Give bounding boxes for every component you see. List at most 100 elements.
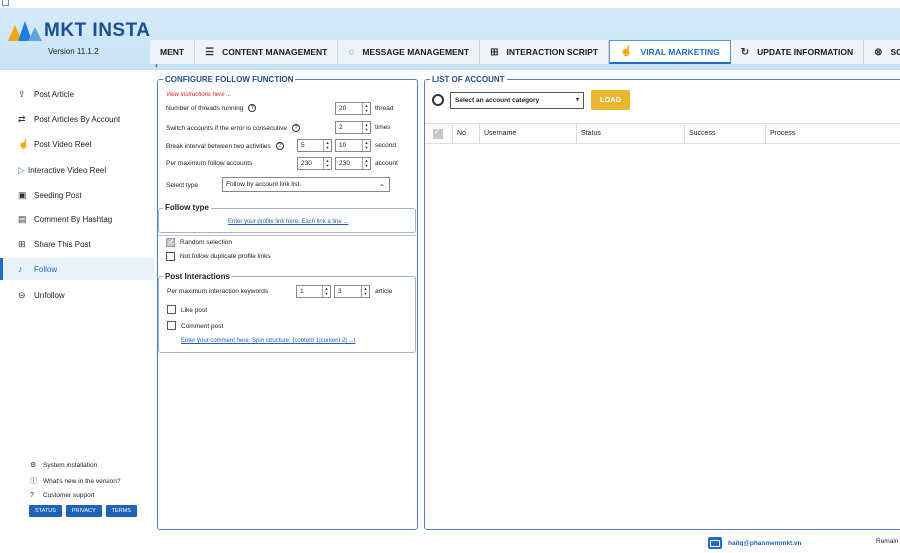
comment-post-checkbox[interactable]	[167, 321, 176, 330]
max-follow-label: Per maximum follow accounts	[166, 160, 253, 167]
comment-icon: ▤	[18, 213, 27, 224]
column-header[interactable]: No	[452, 124, 476, 144]
stepper-value: 20	[339, 105, 347, 112]
sidebar-item-label: Unfollow	[34, 290, 65, 300]
sidebar-item-unfollow[interactable]: ⊖ Unfollow	[0, 284, 154, 306]
stepper-arrows-icon[interactable]: ▲ ▼	[323, 140, 331, 151]
list-icon: ☰	[205, 46, 215, 58]
sidebar-item-post-article[interactable]: ⇪ Post Article	[0, 83, 154, 105]
tab-content-management[interactable]: ☰ CONTENT MANAGEMENT	[195, 40, 339, 64]
max-follow-from-stepper[interactable]: 230 ▲ ▼	[297, 157, 332, 170]
follow-type-title: Follow type	[163, 203, 211, 212]
refresh-icon[interactable]	[432, 94, 444, 106]
max-follow-to-stepper[interactable]: 230 ▲ ▼	[335, 157, 371, 170]
profile-link-input[interactable]: Enter your profile link here. Each link …	[228, 219, 348, 225]
column-header[interactable]: Username	[479, 124, 576, 144]
privacy-button[interactable]: PRIVACY	[65, 505, 102, 517]
sidebar-item-share-this-post[interactable]: ⊞ Share This Post	[0, 233, 154, 255]
stepper-arrows-icon[interactable]: ▲ ▼	[362, 140, 370, 151]
app-version: Version 11.1.2	[48, 47, 99, 56]
like-post-checkbox[interactable]	[167, 305, 176, 314]
break-unit: second	[375, 142, 396, 149]
stepper-value: 2	[339, 124, 343, 131]
random-selection-checkbox[interactable]	[166, 237, 175, 247]
break-from-stepper[interactable]: 5 ▲ ▼	[297, 139, 332, 152]
sidebar-item-label: Comment By Hashtag	[34, 214, 113, 224]
instructions-link[interactable]: View instructions here ...	[166, 92, 231, 98]
support-email[interactable]: haitq@phanmemmkt.vn	[708, 537, 802, 549]
post-interactions-title: Post Interactions	[163, 272, 232, 281]
customer-support-link[interactable]: ? Customer support	[30, 492, 95, 499]
tab-label: SCAN D	[890, 47, 900, 57]
break-row: Break interval between two activities?	[166, 142, 284, 150]
stepper-arrows-icon[interactable]: ▲ ▼	[322, 286, 330, 297]
select-value: Follow by account link list.	[226, 181, 302, 188]
tab-scan[interactable]: ⊗ SCAN D	[864, 40, 900, 64]
keywords-to-stepper[interactable]: 3 ▲ ▼	[334, 285, 370, 298]
sidebar-item-label: Post Video Reel	[34, 139, 92, 149]
tab-scroll-left-icon[interactable]: ‹	[155, 60, 158, 70]
sidebar-item-post-video-reel[interactable]: ☝ Post Video Reel	[0, 133, 154, 155]
system-installation-link[interactable]: ⚙ System installation	[30, 461, 98, 470]
stepper-arrows-icon[interactable]: ▲ ▼	[362, 103, 370, 114]
tab-update-information[interactable]: ↻ UPDATE INFORMATION	[730, 40, 865, 64]
account-list-title: LIST OF ACCOUNT	[430, 75, 507, 84]
document-icon: ▣	[18, 189, 27, 200]
select-type-dropdown[interactable]: Follow by account link list. ⌄	[222, 177, 390, 192]
terms-button[interactable]: TERMS	[105, 505, 137, 517]
stepper-arrows-icon[interactable]: ▲ ▼	[362, 158, 370, 169]
threads-stepper[interactable]: 20 ▲ ▼	[335, 102, 371, 115]
status-button[interactable]: STATUS	[29, 505, 62, 517]
stepper-arrows-icon[interactable]: ▲ ▼	[323, 158, 331, 169]
app-header: MKT INSTA Version 11.1.2 MENT ☰ CONTENT M…	[0, 0, 900, 70]
help-icon[interactable]: ?	[248, 104, 257, 112]
refresh-icon: ↻	[740, 46, 750, 58]
bell-icon: ♪	[18, 264, 23, 274]
stepper-value: 3	[338, 288, 342, 295]
sidebar-item-interactive-video-reel[interactable]: ▷ Interactive Video Reel	[0, 159, 154, 181]
switch-label: Switch accounts if the error is consecut…	[166, 124, 288, 132]
switch-stepper[interactable]: 2 ▲ ▼	[335, 121, 371, 134]
comment-input[interactable]: Enter your comment here. Spin structure:…	[181, 338, 356, 344]
help-icon[interactable]: ?	[292, 124, 301, 132]
sidebar: ⇪ Post Article ⇄ Post Articles By Account …	[0, 70, 154, 553]
help-icon[interactable]: ?	[275, 142, 284, 150]
column-header[interactable]: Status	[576, 124, 684, 144]
sidebar-item-seeding-post[interactable]: ▣ Seeding Post	[0, 184, 154, 206]
upload-icon: ⇪	[18, 88, 26, 99]
select-all-checkbox[interactable]	[433, 127, 443, 139]
not-follow-duplicate-checkbox[interactable]	[166, 252, 175, 261]
tab-label: INTERACTION SCRIPT	[506, 47, 599, 57]
column-header[interactable]: Process	[765, 124, 899, 144]
load-button[interactable]: LOAD	[591, 90, 630, 110]
account-category-select[interactable]: Select an account category ▾	[450, 92, 584, 109]
main-tabs: MENT ☰ CONTENT MANAGEMENT ◌ MESSAGE MANAGE…	[150, 40, 900, 64]
switch-row: Switch accounts if the error is consecut…	[166, 124, 301, 132]
title-bar	[0, 0, 900, 8]
mail-icon	[708, 537, 722, 549]
break-to-stepper[interactable]: 10 ▲ ▼	[335, 139, 371, 152]
gear-icon: ⚙	[30, 462, 37, 469]
footer-link-label: System installation	[43, 461, 98, 469]
sidebar-item-follow[interactable]: ♪ Follow	[0, 258, 154, 280]
threads-label: Number of threads running	[166, 104, 244, 112]
swap-icon: ⇄	[18, 113, 26, 124]
sidebar-item-comment-by-hashtag[interactable]: ▤ Comment By Hashtag	[0, 208, 154, 230]
chevron-down-icon: ▾	[575, 97, 579, 103]
stepper-arrows-icon[interactable]: ▲ ▼	[362, 122, 370, 133]
sidebar-item-label: Follow	[34, 264, 58, 274]
footer-link-label: What's new in the version?	[43, 477, 121, 485]
tab-interaction-script[interactable]: ⊞ INTERACTION SCRIPT	[480, 40, 610, 64]
column-header[interactable]: Success	[684, 124, 764, 144]
account-list-panel	[424, 79, 900, 530]
stepper-arrows-icon[interactable]: ▲ ▼	[361, 286, 369, 297]
stepper-value: 5	[301, 142, 305, 149]
grid-icon: ⊞	[18, 238, 26, 249]
sidebar-item-post-articles-by-account[interactable]: ⇄ Post Articles By Account	[0, 108, 154, 130]
whats-new-link[interactable]: ⓘ What's new in the version?	[30, 476, 120, 486]
tab-message-management[interactable]: ◌ MESSAGE MANAGEMENT	[338, 40, 481, 64]
threads-unit: thread	[375, 105, 394, 112]
keywords-from-stepper[interactable]: 1 ▲ ▼	[296, 285, 331, 298]
tab-viral-marketing[interactable]: ☝ VIRAL MARKETING	[609, 40, 731, 64]
sidebar-item-label: Post Articles By Account	[34, 114, 121, 124]
